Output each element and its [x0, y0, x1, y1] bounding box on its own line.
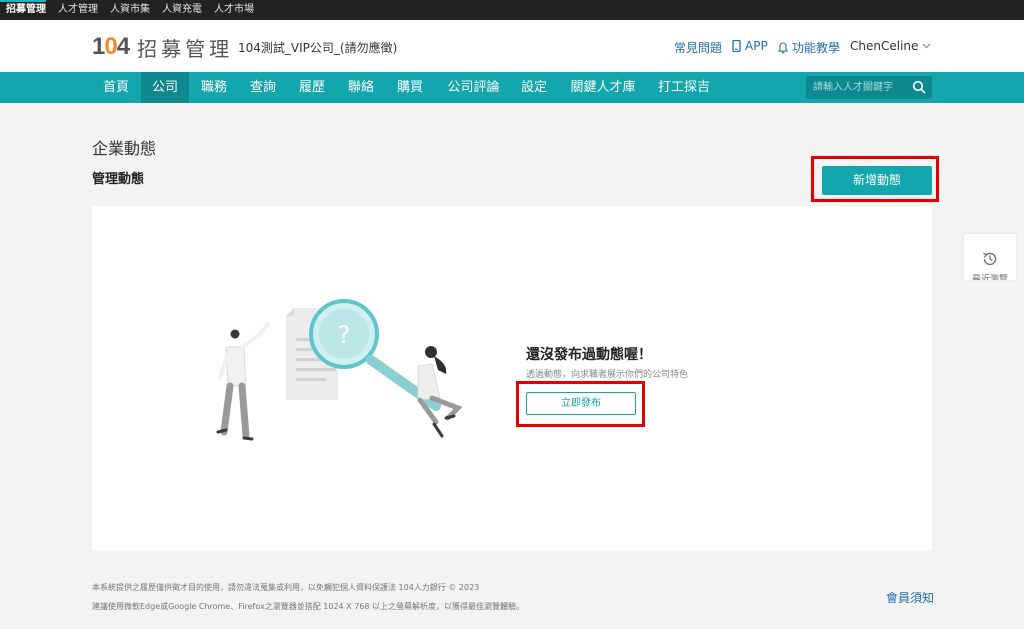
empty-state-title: 還沒發布過動態喔！ [526, 347, 652, 363]
empty-state-illustration: ? [216, 299, 463, 441]
nav-jobs[interactable]: 職務 [190, 72, 238, 103]
app-label: APP [745, 39, 768, 53]
footer-browser-note: 建議使用微軟Edge或Google Chrome、Firefox之瀏覽器並搭配 … [92, 602, 525, 611]
svg-text:?: ? [338, 321, 351, 349]
nav-company-reviews[interactable]: 公司評論 [437, 72, 510, 103]
talent-search-box[interactable]: 請輸入人才關鍵字 [806, 76, 932, 99]
footer-disclaimer: 本系統提供之履歷僅供徵才目的使用，請勿違法蒐集或利用，以免觸犯個人資料保護法 1… [92, 583, 480, 592]
user-name: ChenCeline [850, 39, 919, 53]
header: 104 招募管理 104測試_VIP公司_(請勿應徵) 常見問題 APP 功能教… [0, 20, 1024, 72]
empty-state-description: 透過動態，向求職者展示你們的公司特色 [526, 370, 689, 380]
bell-icon [778, 41, 788, 53]
nav-purchase[interactable]: 購買 [386, 72, 434, 103]
nav-parttime[interactable]: 打工探吉 [648, 72, 720, 103]
nav-company[interactable]: 公司 [141, 72, 189, 103]
logo[interactable]: 104 招募管理 [92, 33, 234, 61]
top-link-recruit[interactable]: 招募管理 [6, 0, 46, 20]
member-notice-link[interactable]: 會員須知 [886, 589, 934, 606]
history-icon [983, 252, 997, 266]
app-link[interactable]: APP [732, 39, 768, 53]
recently-viewed-tab[interactable]: 最近瀏覽 [964, 234, 1016, 280]
search-icon[interactable] [912, 80, 926, 94]
publish-now-button[interactable]: 立即發布 [526, 392, 636, 415]
nav-home[interactable]: 首頁 [92, 72, 140, 103]
top-link-hr-learning[interactable]: 人資充電 [162, 0, 202, 20]
tutorial-link[interactable]: 功能教學 [778, 39, 840, 56]
top-product-bar: 招募管理 人才管理 人資市集 人資充電 人才市場 [0, 0, 1024, 20]
talent-search-input[interactable]: 請輸入人才關鍵字 [813, 76, 893, 99]
top-link-talent-market[interactable]: 人才市場 [214, 0, 254, 20]
company-name: 104測試_VIP公司_(請勿應徵) [238, 41, 398, 55]
top-link-talent[interactable]: 人才管理 [58, 0, 98, 20]
logo-text: 招募管理 [137, 36, 234, 61]
page-title: 企業動態 [92, 139, 157, 158]
tutorial-label: 功能教學 [792, 41, 841, 55]
nav-settings[interactable]: 設定 [512, 72, 556, 103]
nav-search[interactable]: 查詢 [239, 72, 287, 103]
top-link-hr-market[interactable]: 人資市集 [110, 0, 150, 20]
chevron-down-icon [922, 43, 931, 49]
mobile-icon [732, 40, 741, 52]
nav-key-talent[interactable]: 關鍵人才庫 [560, 72, 646, 103]
faq-link[interactable]: 常見問題 [674, 39, 722, 56]
section-subtitle: 管理動態 [92, 172, 145, 187]
add-post-button[interactable]: 新增動態 [822, 166, 932, 195]
recently-viewed-label: 最近瀏覽 [971, 275, 1008, 280]
user-menu[interactable]: ChenCeline [850, 39, 931, 53]
nav-contact[interactable]: 聯絡 [337, 72, 385, 103]
nav-resumes[interactable]: 履歷 [288, 72, 336, 103]
logo-number: 104 [92, 33, 130, 60]
